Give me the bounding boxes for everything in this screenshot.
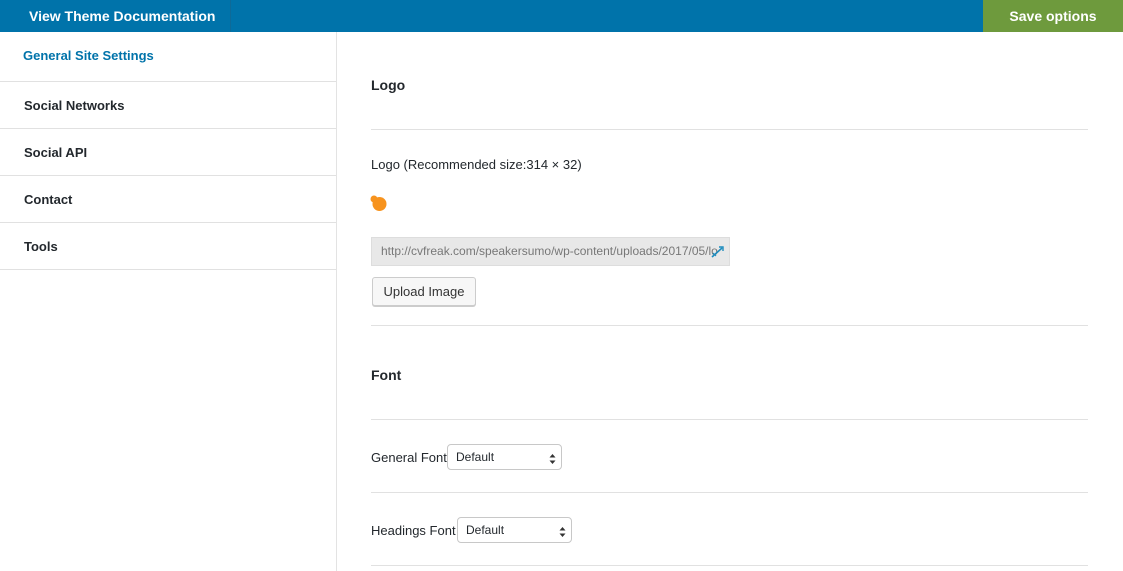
sidebar-item-social-api[interactable]: Social API [0,129,336,176]
orange-dot-logo-icon [370,194,388,212]
divider [371,325,1088,326]
divider [371,565,1088,566]
sidebar-item-contact[interactable]: Contact [0,176,336,223]
divider [371,129,1088,130]
logo-url-input[interactable]: http://cvfreak.com/speakersumo/wp-conten… [371,237,730,266]
sidebar-item-general-site-settings[interactable]: General Site Settings [0,32,336,82]
divider [371,419,1088,420]
logo-url-value: http://cvfreak.com/speakersumo/wp-conten… [381,244,718,258]
logo-field-label: Logo (Recommended size:314 × 32) [371,157,582,172]
headings-font-value: Default [466,523,505,537]
top-bar: View Theme Documentation Save options [0,0,1123,32]
view-theme-documentation-link[interactable]: View Theme Documentation [0,0,231,32]
headings-font-label: Headings Font [371,523,456,538]
settings-main-panel: Logo Logo (Recommended size:314 × 32) ht… [337,32,1123,571]
settings-sidebar: General Site Settings Social Networks So… [0,32,337,571]
upload-image-button[interactable]: Upload Image [372,277,476,306]
select-arrows-icon [559,523,566,537]
general-font-select[interactable]: Default [447,444,562,470]
headings-font-select[interactable]: Default [457,517,572,543]
divider [371,492,1088,493]
general-font-label: General Font [371,450,447,465]
font-section-title: Font [371,367,402,383]
logo-section-title: Logo [371,77,406,93]
select-arrows-icon [549,450,556,464]
edit-cursor-icon [710,243,726,259]
save-options-button[interactable]: Save options [983,0,1123,32]
sidebar-item-tools[interactable]: Tools [0,223,336,270]
sidebar-item-social-networks[interactable]: Social Networks [0,82,336,129]
general-font-value: Default [456,450,495,464]
